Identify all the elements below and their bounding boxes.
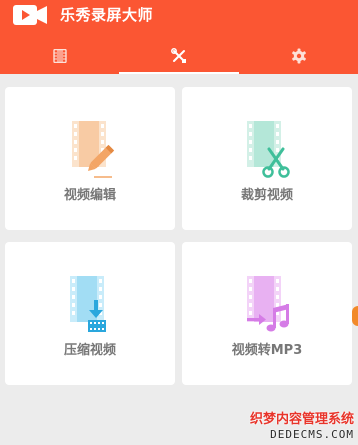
gear-icon [291,48,306,64]
video-cut-label: 裁剪视频 [240,188,293,203]
video-to-mp3-label: 视频转MP3 [231,343,303,358]
tab-bar [0,38,358,74]
video-compress-label: 压缩视频 [63,343,116,358]
video-edit-label: 视频编辑 [63,188,116,203]
video-to-mp3-card[interactable]: 视频转MP3 [182,242,352,385]
title-bar: 乐秀录屏大师 [0,0,358,34]
video-cut-icon [247,121,290,178]
tools-icon [171,48,186,63]
video-to-mp3-icon [247,276,289,332]
tab-video-list[interactable] [0,38,119,74]
video-compress-icon [70,276,106,332]
film-icon [52,49,67,63]
watermark-title: 织梦内容管理系统 [249,412,354,427]
video-cut-card[interactable]: 裁剪视频 [182,87,352,230]
video-camera-icon [13,5,47,25]
video-edit-icon [72,121,115,178]
watermark-url: DEDECMS.COM [270,428,354,441]
active-tab-indicator [119,72,239,74]
video-edit-card[interactable]: 视频编辑 [5,87,175,230]
watermark: 织梦内容管理系统 DEDECMS.COM [250,412,354,441]
video-compress-card[interactable]: 压缩视频 [5,242,175,385]
tab-settings[interactable] [239,38,358,74]
tab-tools[interactable] [119,38,239,74]
app-title: 乐秀录屏大师 [60,6,154,24]
floating-side-handle[interactable] [352,306,358,326]
app-header: 乐秀录屏大师 [0,0,358,74]
